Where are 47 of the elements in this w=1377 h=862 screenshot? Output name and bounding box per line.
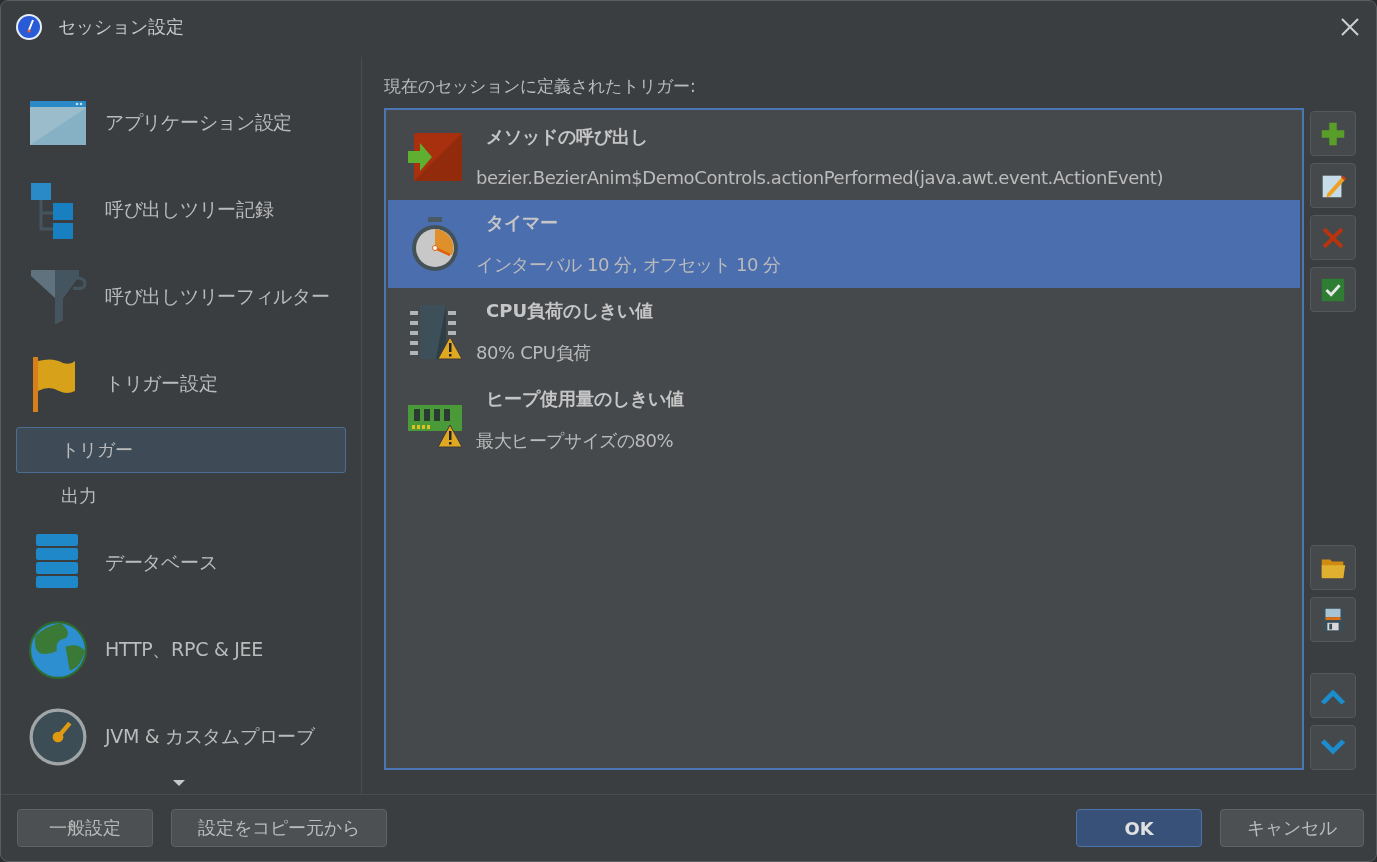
sidebar-item[interactable]: HTTP、RPC & JEE	[1, 606, 361, 693]
sidebar-item[interactable]: 呼び出しツリーフィルター	[1, 253, 361, 340]
sidebar-item[interactable]: JVM & カスタムプローブ	[1, 693, 361, 780]
sidebar-subitem[interactable]: トリガー	[16, 427, 346, 473]
sidebar-item[interactable]: トリガー設定	[1, 340, 361, 427]
funnel-icon	[29, 267, 87, 326]
sidebar-item[interactable]: アプリケーション設定	[1, 79, 361, 166]
sidebar-label: JVM & カスタムプローブ	[105, 723, 315, 749]
trigger-detail: 最大ヒープサイズの80%	[476, 429, 675, 453]
trigger-detail: 80% CPU負荷	[476, 341, 592, 365]
move-down-button[interactable]	[1310, 725, 1356, 770]
trigger-row[interactable]: メソッドの呼び出し bezier.BezierAnim$DemoControls.actionPerformed(java.awt.event.ActionEvent)	[388, 112, 1300, 200]
sidebar-item[interactable]: データベース	[1, 519, 361, 606]
trigger-detail: インターバル 10 分, オフセット 10 分	[476, 253, 781, 277]
window-title: セッション設定	[58, 15, 185, 39]
check-button[interactable]	[1310, 267, 1356, 312]
sidebar-subitem[interactable]: 出力	[16, 473, 346, 519]
trigger-title: タイマー	[485, 211, 559, 235]
sidebar-label: アプリケーション設定	[105, 109, 292, 135]
scroll-down-icon[interactable]	[173, 780, 185, 786]
edit-button[interactable]	[1310, 163, 1356, 208]
save-button[interactable]	[1310, 597, 1356, 642]
sidebar-item[interactable]: 呼び出しツリー記録	[1, 166, 361, 253]
sidebar-label: データベース	[105, 549, 218, 575]
close-icon[interactable]	[1340, 17, 1360, 37]
gauge-icon	[29, 707, 87, 766]
gauge-icon	[15, 13, 43, 41]
dialog-button[interactable]: 一般設定	[17, 809, 153, 847]
trigger-title: メソッドの呼び出し	[485, 124, 649, 149]
sidebar-label: 呼び出しツリー記録	[105, 196, 274, 222]
sidebar-label: HTTP、RPC & JEE	[105, 636, 263, 662]
dialog-button[interactable]: OK	[1076, 809, 1202, 847]
sidebar-label: トリガー設定	[105, 370, 218, 396]
trigger-row[interactable]: CPU負荷のしきい値 80% CPU負荷	[388, 288, 1300, 376]
trigger-title: CPU負荷のしきい値	[485, 299, 654, 323]
trigger-row[interactable]: タイマー インターバル 10 分, オフセット 10 分	[388, 200, 1300, 288]
globe-icon	[29, 620, 87, 679]
open-button[interactable]	[1310, 545, 1356, 590]
add-button[interactable]	[1310, 111, 1356, 156]
trigger-row[interactable]: ヒープ使用量のしきい値 最大ヒープサイズの80%	[388, 376, 1300, 464]
dialog-button[interactable]: キャンセル	[1220, 809, 1364, 847]
trigger-title: ヒープ使用量のしきい値	[485, 387, 684, 411]
trigger-detail: bezier.BezierAnim$DemoControls.actionPerformed(java.awt.event.ActionEvent)	[476, 166, 1164, 188]
sidebar-label: 呼び出しツリーフィルター	[105, 283, 330, 309]
dialog-button[interactable]: 設定をコピー元から	[171, 809, 387, 847]
move-up-button[interactable]	[1310, 673, 1356, 718]
list-heading: 現在のセッションに定義されたトリガー:	[384, 75, 697, 98]
